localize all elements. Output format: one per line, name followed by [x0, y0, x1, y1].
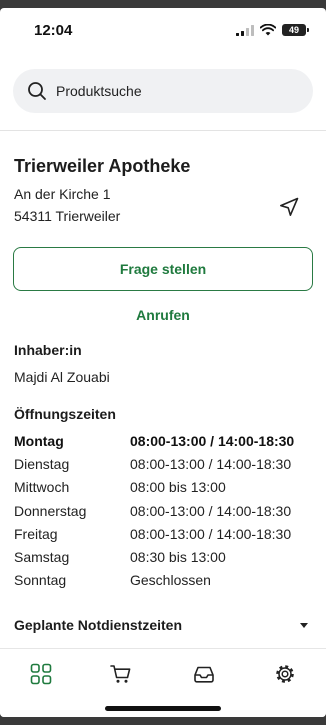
- ask-question-label: Frage stellen: [119, 261, 207, 277]
- hours-row-monday: Montag 08:00-13:00 / 14:00-18:30: [14, 433, 314, 456]
- grid-icon: [30, 663, 52, 685]
- hours-row-saturday: Samstag 08:30 bis 13:00: [14, 549, 314, 572]
- chevron-down-icon: [300, 622, 308, 628]
- navigation-arrow-icon[interactable]: [278, 196, 300, 218]
- time-range: 08:00-13:00 / 14:00-18:30: [130, 525, 292, 542]
- time-range: 08:00-13:00 / 14:00-18:30: [130, 456, 292, 473]
- time-range: 08:00 bis 13:00: [130, 479, 226, 496]
- day-label: Samstag: [14, 548, 70, 565]
- day-label: Sonntag: [14, 572, 67, 589]
- day-label: Mittwoch: [14, 479, 70, 496]
- cart-icon: [110, 665, 131, 683]
- divider: [0, 130, 326, 131]
- pharmacy-name: Trierweiler Apotheke: [14, 156, 191, 176]
- emergency-hours-dropdown[interactable]: Geplante Notdienstzeiten: [14, 617, 310, 633]
- search-icon: [28, 82, 46, 100]
- tab-cart[interactable]: [107, 660, 135, 688]
- search-input[interactable]: Produktsuche: [13, 69, 313, 113]
- day-label: Dienstag: [14, 456, 70, 473]
- emergency-hours-label: Geplante Notdienstzeiten: [14, 617, 183, 633]
- hours-row-tuesday: Dienstag 08:00-13:00 / 14:00-18:30: [14, 456, 314, 479]
- call-label: Anrufen: [136, 307, 190, 323]
- home-indicator[interactable]: [105, 706, 221, 711]
- hours-row-wednesday: Mittwoch 08:00 bis 13:00: [14, 479, 314, 502]
- time-range: 08:30 bis 13:00: [130, 548, 226, 565]
- ask-question-button[interactable]: Frage stellen: [13, 247, 313, 291]
- status-icons: 49: [236, 24, 309, 36]
- hours-row-friday: Freitag 08:00-13:00 / 14:00-18:30: [14, 526, 314, 549]
- status-time: 12:04: [34, 22, 73, 39]
- battery-icon: 49: [282, 24, 309, 36]
- owner-heading: Inhaber:in: [14, 342, 82, 358]
- opening-hours-table: Montag 08:00-13:00 / 14:00-18:30 Diensta…: [14, 433, 314, 595]
- hours-row-thursday: Donnerstag 08:00-13:00 / 14:00-18:30: [14, 503, 314, 526]
- day-label: Freitag: [14, 525, 58, 542]
- inbox-icon: [194, 666, 214, 683]
- owner-name: Majdi Al Zouabi: [14, 369, 110, 385]
- tab-settings[interactable]: [271, 660, 299, 688]
- address-city: 54311 Trierweiler: [14, 208, 121, 224]
- day-label: Donnerstag: [14, 502, 87, 519]
- tab-home[interactable]: [27, 660, 55, 688]
- search-placeholder: Produktsuche: [56, 83, 142, 99]
- time-range: Geschlossen: [130, 572, 211, 589]
- time-range: 08:00-13:00 / 14:00-18:30: [130, 502, 292, 519]
- wifi-icon: [260, 24, 276, 36]
- call-button[interactable]: Anrufen: [0, 307, 326, 323]
- time-range: 08:00-13:00 / 14:00-18:30: [130, 433, 295, 449]
- opening-hours-heading: Öffnungszeiten: [14, 406, 116, 422]
- signal-icon: [236, 24, 254, 36]
- address-street: An der Kirche 1: [14, 186, 111, 202]
- tab-inbox[interactable]: [190, 660, 218, 688]
- status-bar: 12:04 49: [0, 8, 326, 54]
- battery-level: 49: [288, 25, 299, 35]
- day-label: Montag: [14, 433, 64, 449]
- hours-row-sunday: Sonntag Geschlossen: [14, 572, 314, 595]
- gear-icon: [276, 665, 294, 683]
- app-screen: 12:04 49 Produktsuche Trierweiler Apothe…: [0, 8, 326, 717]
